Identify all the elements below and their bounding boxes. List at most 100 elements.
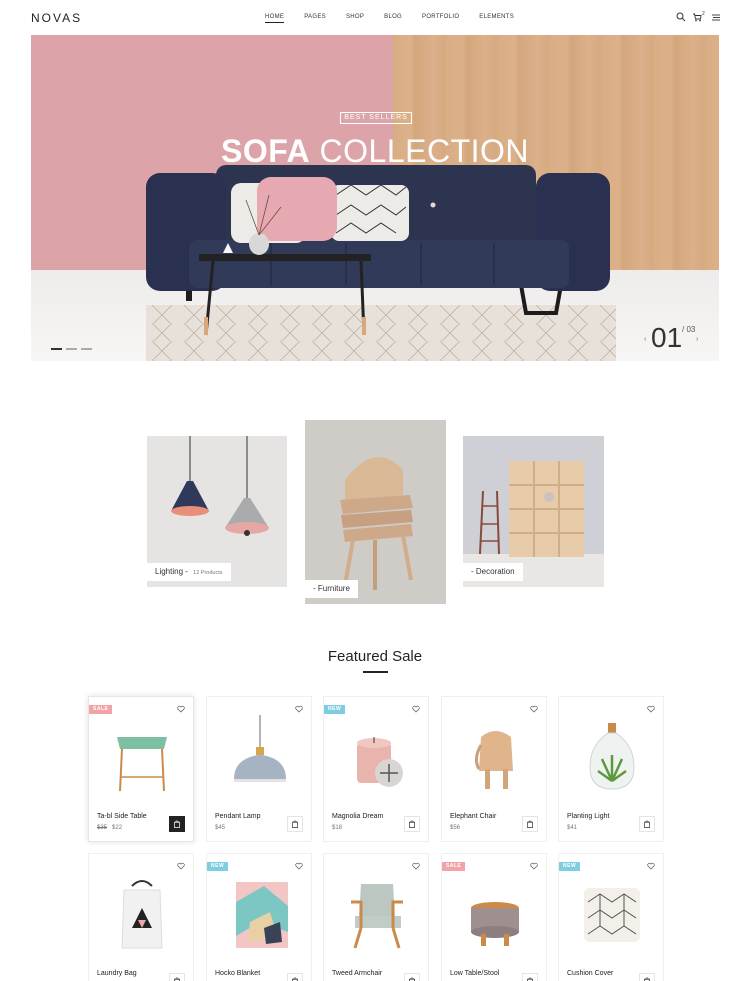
add-to-cart-button[interactable] <box>287 816 303 832</box>
hero-dot-3[interactable] <box>81 348 92 350</box>
product-name[interactable]: Laundry Bag <box>97 970 137 977</box>
cart-count: 2 <box>702 11 705 17</box>
nav-blog[interactable]: BLOG <box>384 14 402 20</box>
wishlist-heart-icon[interactable] <box>647 705 655 713</box>
wishlist-heart-icon[interactable] <box>295 705 303 713</box>
furniture-image <box>340 457 413 590</box>
product-image <box>584 888 640 942</box>
product-name[interactable]: Tweed Armchair <box>332 970 382 977</box>
product-name[interactable]: Ta-bl Side Table <box>97 813 147 820</box>
category-furniture[interactable]: - Furniture <box>305 420 446 604</box>
product-card[interactable]: NEW Hocko Blanket <box>206 853 312 981</box>
main-nav: HOME PAGES SHOP BLOG PORTFOLIO ELEMENTS <box>265 14 534 23</box>
category-label-decoration: - Decoration <box>463 563 523 581</box>
product-price: $41 <box>567 825 578 831</box>
product-price: $45 <box>215 825 226 831</box>
menu-icon[interactable] <box>711 12 721 22</box>
product-name[interactable]: Planting Light <box>567 813 609 820</box>
product-card[interactable]: Laundry Bag <box>88 853 194 981</box>
hero-title-bold: SOFA <box>221 133 311 169</box>
product-image <box>351 884 403 949</box>
nav-portfolio[interactable]: PORTFOLIO <box>422 14 459 20</box>
product-card[interactable]: NEW Cushion Cover <box>558 853 664 981</box>
add-to-cart-button[interactable] <box>522 973 538 981</box>
product-name[interactable]: Low Table/Stool <box>450 970 499 977</box>
hero-title: SOFA COLLECTION <box>31 133 719 170</box>
category-label-lighting: Lighting - 12 Products <box>147 563 231 581</box>
product-image <box>236 882 288 948</box>
sale-price: $22 <box>112 825 123 831</box>
hero-pagination <box>51 348 92 350</box>
hero-dot-2[interactable] <box>66 348 77 350</box>
old-price: $35 <box>97 825 108 831</box>
product-card[interactable]: SALE Low Table/Stool <box>441 853 547 981</box>
product-card[interactable]: Tweed Armchair <box>323 853 429 981</box>
category-separator: - <box>183 567 191 576</box>
product-name[interactable]: Cushion Cover <box>567 970 613 977</box>
slide-total: / 03 <box>682 325 696 334</box>
product-card[interactable]: Pendant Lamp $45 <box>206 696 312 842</box>
product-name[interactable]: Magnolia Dream <box>332 813 383 820</box>
wishlist-heart-icon[interactable] <box>530 862 538 870</box>
site-header: NOVAS HOME PAGES SHOP BLOG PORTFOLIO ELE… <box>0 0 750 34</box>
product-image <box>234 715 286 782</box>
sofa-illustration <box>146 165 610 336</box>
wishlist-heart-icon[interactable] <box>530 705 538 713</box>
product-price: $35 $22 <box>97 825 122 831</box>
product-name[interactable]: Elephant Chair <box>450 813 496 820</box>
product-image <box>121 880 163 949</box>
next-slide-button[interactable]: › <box>696 336 698 343</box>
product-image <box>471 902 519 946</box>
product-image <box>117 737 167 792</box>
wishlist-heart-icon[interactable] <box>177 862 185 870</box>
sale-badge: SALE <box>442 862 466 871</box>
add-to-cart-button[interactable] <box>404 973 420 981</box>
add-to-cart-button[interactable] <box>404 816 420 832</box>
product-card[interactable]: Elephant Chair $56 <box>441 696 547 842</box>
product-image <box>357 737 403 787</box>
new-badge: NEW <box>324 705 346 714</box>
product-card[interactable]: SALE Ta-bl Side Table $35 $22 <box>88 696 194 842</box>
product-card[interactable]: Planting Light $41 <box>558 696 664 842</box>
category-name: Lighting <box>155 567 184 576</box>
hero-slider[interactable]: BEST SELLERS SOFA COLLECTION ‹ 01 / 03 › <box>31 35 719 361</box>
new-badge: NEW <box>559 862 581 871</box>
hero-dot-1[interactable] <box>51 348 62 350</box>
wishlist-heart-icon[interactable] <box>295 862 303 870</box>
add-to-cart-button[interactable] <box>169 973 185 981</box>
product-price: $56 <box>450 825 461 831</box>
add-to-cart-button[interactable] <box>287 973 303 981</box>
wishlist-heart-icon[interactable] <box>177 705 185 713</box>
add-to-cart-button[interactable] <box>639 973 655 981</box>
product-image <box>589 723 635 790</box>
category-lighting[interactable]: Lighting - 12 Products <box>147 436 287 587</box>
wishlist-heart-icon[interactable] <box>412 705 420 713</box>
product-price: $18 <box>332 825 343 831</box>
add-to-cart-button[interactable] <box>169 816 185 832</box>
wishlist-heart-icon[interactable] <box>412 862 420 870</box>
nav-elements[interactable]: ELEMENTS <box>479 14 514 20</box>
new-badge: NEW <box>207 862 229 871</box>
slide-current: 01 <box>651 322 683 353</box>
nav-pages[interactable]: PAGES <box>304 14 326 20</box>
category-label-furniture: - Furniture <box>305 580 358 598</box>
nav-shop[interactable]: SHOP <box>346 14 364 20</box>
product-name[interactable]: Hocko Blanket <box>215 970 260 977</box>
featured-sale-title: Featured Sale <box>327 648 423 665</box>
nav-home[interactable]: HOME <box>265 14 285 23</box>
search-icon[interactable] <box>676 12 686 22</box>
cart-icon[interactable] <box>692 12 702 22</box>
hero-badge: BEST SELLERS <box>340 112 412 124</box>
product-card[interactable]: NEW Magnolia Dream $18 <box>323 696 429 842</box>
sale-badge: SALE <box>89 705 113 714</box>
add-to-cart-button[interactable] <box>522 816 538 832</box>
prev-slide-button[interactable]: ‹ <box>644 336 646 343</box>
product-image <box>474 731 513 789</box>
hero-title-rest: COLLECTION <box>310 133 529 169</box>
product-name[interactable]: Pendant Lamp <box>215 813 261 820</box>
wishlist-heart-icon[interactable] <box>647 862 655 870</box>
category-count: 12 Products <box>193 570 223 576</box>
category-decoration[interactable]: - Decoration <box>463 436 604 587</box>
site-logo[interactable]: NOVAS <box>31 11 82 25</box>
add-to-cart-button[interactable] <box>639 816 655 832</box>
